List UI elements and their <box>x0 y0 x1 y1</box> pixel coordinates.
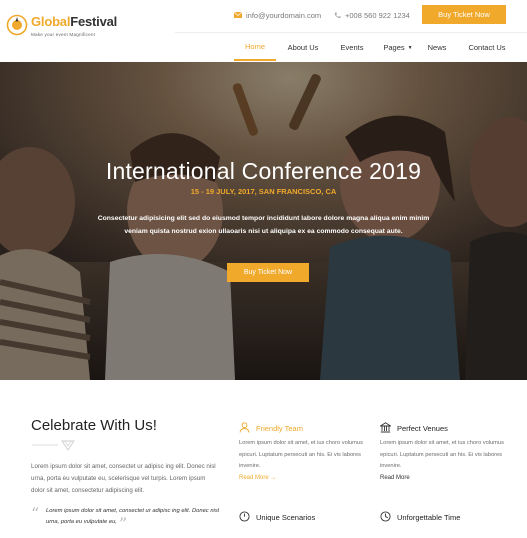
arrow-right-icon: → <box>270 475 277 481</box>
feature-title: Perfect Venues <box>397 424 448 433</box>
nav-item-contact-us[interactable]: Contact Us <box>462 34 512 61</box>
feature-description: Lorem ipsum dolor sit amet, et ius choro… <box>239 440 363 469</box>
about-section: Celebrate With Us! Lorem ipsum dolor sit… <box>0 380 527 538</box>
hero-description: Consectetur adipisicing elit sed do eius… <box>97 215 430 235</box>
email-text: info@yourdomain.com <box>246 10 322 20</box>
festival-logo-icon <box>6 14 28 36</box>
header-divider <box>175 32 527 33</box>
quote-text: Lorem ipsum dolor sit amet, consectet ur… <box>46 508 220 525</box>
hero-buy-ticket-button[interactable]: Buy Ticket Now <box>227 263 309 282</box>
envelope-icon <box>234 12 242 18</box>
section-title: Celebrate With Us! <box>31 417 157 434</box>
feature-title: Unique Scenarios <box>256 513 316 522</box>
read-more-link[interactable]: Read More → <box>239 475 276 481</box>
chevron-down-icon: ▼ <box>407 45 413 51</box>
nav-item-about-us[interactable]: About Us <box>282 34 324 61</box>
open-quote-icon: “ <box>31 504 40 523</box>
feature-description: Lorem ipsum dolor sit amet, et ius choro… <box>380 440 504 469</box>
contact-phone[interactable]: +008 560 922 1234 <box>334 8 410 22</box>
site-header: GlobalFestival Make your event Magnifice… <box>0 0 527 62</box>
feature-title: Unforgettable Time <box>397 513 461 522</box>
brand-name: GlobalFestival <box>31 14 118 29</box>
feature-title: Friendly Team <box>256 424 303 433</box>
nav-item-news[interactable]: News <box>420 34 454 61</box>
clock-scenario-icon <box>239 511 250 522</box>
title-separator-icon <box>32 440 75 451</box>
phone-text: +008 560 922 1234 <box>345 10 410 20</box>
read-more-link[interactable]: Read More <box>380 475 410 481</box>
testimonial-quote: “ Lorem ipsum dolor sit amet, consectet … <box>31 504 231 534</box>
time-icon <box>380 511 391 522</box>
nav-item-home[interactable]: Home <box>234 34 276 61</box>
hero-banner: International Conference 2019 15 - 19 JU… <box>0 62 527 380</box>
close-quote-icon: ” <box>119 514 128 533</box>
hero-date-location: 15 - 19 JULY, 2017, SAN FRANCISCO, CA <box>190 187 337 196</box>
about-paragraph: Lorem ipsum dolor sit amet, consectet ur… <box>31 463 216 494</box>
main-nav: Home About Us Events Pages ▼ News Contact… <box>0 34 527 62</box>
header-buy-ticket-button[interactable]: Buy Ticket Now <box>422 5 506 24</box>
nav-item-pages[interactable]: Pages ▼ <box>380 34 416 61</box>
hero-title: International Conference 2019 <box>105 158 422 184</box>
phone-icon <box>334 12 341 18</box>
venue-icon <box>380 422 391 433</box>
team-icon <box>239 422 250 433</box>
contact-email[interactable]: info@yourdomain.com <box>234 8 321 22</box>
nav-item-events[interactable]: Events <box>331 34 373 61</box>
